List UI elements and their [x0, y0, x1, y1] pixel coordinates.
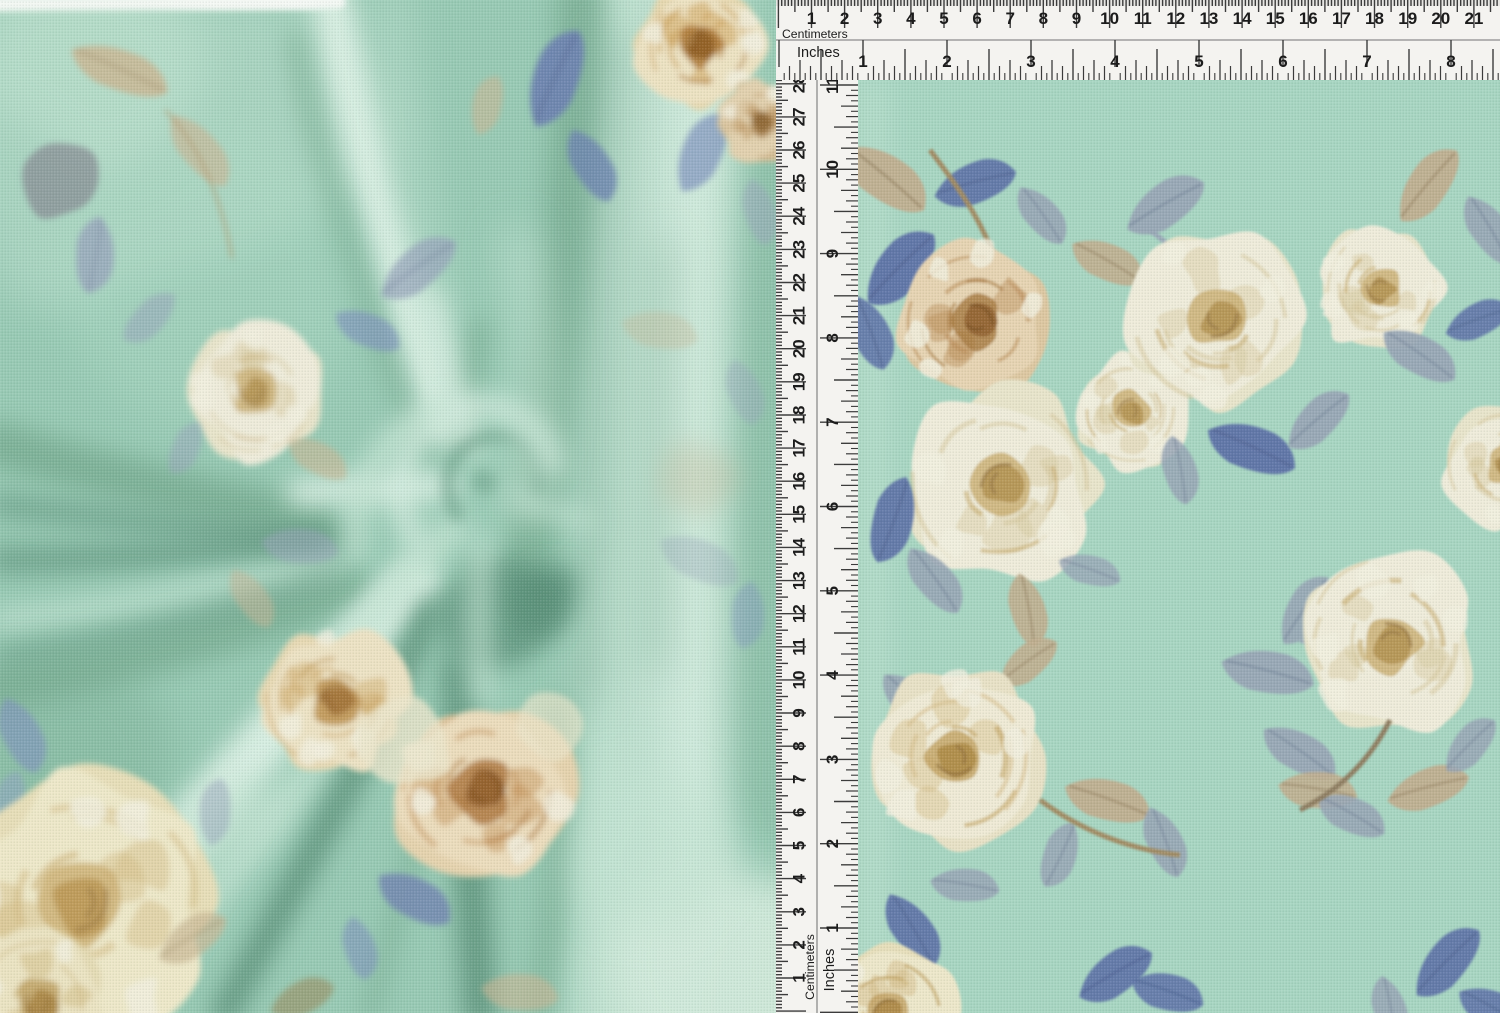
- svg-text:14: 14: [1233, 9, 1252, 28]
- svg-text:22: 22: [789, 273, 808, 292]
- svg-text:10: 10: [823, 160, 842, 179]
- svg-text:Inches: Inches: [797, 45, 840, 61]
- svg-text:13: 13: [789, 571, 808, 590]
- svg-text:6: 6: [1278, 52, 1287, 71]
- svg-text:Inches: Inches: [822, 949, 838, 992]
- svg-text:12: 12: [1166, 9, 1185, 28]
- svg-text:8: 8: [1039, 9, 1048, 28]
- svg-text:21: 21: [789, 306, 808, 325]
- svg-text:26: 26: [789, 141, 808, 160]
- svg-text:8: 8: [789, 741, 808, 750]
- svg-text:15: 15: [1266, 9, 1285, 28]
- svg-text:2: 2: [942, 52, 951, 71]
- svg-text:9: 9: [823, 249, 842, 258]
- svg-text:12: 12: [789, 604, 808, 623]
- svg-text:5: 5: [789, 841, 808, 850]
- svg-text:5: 5: [939, 9, 948, 28]
- svg-text:5: 5: [823, 586, 842, 595]
- svg-text:16: 16: [1299, 9, 1318, 28]
- svg-text:10: 10: [1100, 9, 1119, 28]
- svg-text:16: 16: [789, 472, 808, 491]
- svg-text:3: 3: [1026, 52, 1035, 71]
- svg-text:6: 6: [789, 808, 808, 817]
- svg-text:19: 19: [1398, 9, 1417, 28]
- svg-text:7: 7: [823, 417, 842, 426]
- svg-text:20: 20: [1431, 9, 1450, 28]
- svg-text:3: 3: [823, 755, 842, 764]
- svg-text:1: 1: [858, 52, 867, 71]
- svg-text:Centimeters: Centimeters: [782, 27, 848, 41]
- svg-text:8: 8: [1446, 52, 1455, 71]
- svg-text:24: 24: [789, 206, 808, 225]
- svg-text:15: 15: [789, 505, 808, 524]
- svg-text:9: 9: [789, 708, 808, 717]
- svg-text:6: 6: [972, 9, 981, 28]
- svg-text:3: 3: [873, 9, 882, 28]
- svg-text:25: 25: [789, 174, 808, 193]
- svg-text:2: 2: [823, 839, 842, 848]
- svg-text:18: 18: [789, 406, 808, 425]
- svg-text:17: 17: [1332, 9, 1351, 28]
- svg-text:7: 7: [1362, 52, 1371, 71]
- svg-text:13: 13: [1199, 9, 1218, 28]
- svg-text:7: 7: [1005, 9, 1014, 28]
- svg-text:14: 14: [789, 537, 808, 556]
- svg-text:4: 4: [906, 9, 916, 28]
- svg-text:7: 7: [789, 775, 808, 784]
- svg-text:4: 4: [1110, 52, 1120, 71]
- svg-text:10: 10: [789, 670, 808, 689]
- svg-text:21: 21: [1464, 9, 1483, 28]
- svg-text:6: 6: [823, 502, 842, 511]
- svg-text:Centimeters: Centimeters: [803, 934, 817, 1000]
- svg-text:2: 2: [840, 9, 849, 28]
- svg-text:17: 17: [789, 439, 808, 458]
- svg-text:4: 4: [823, 670, 842, 680]
- svg-text:23: 23: [789, 240, 808, 259]
- svg-text:18: 18: [1365, 9, 1384, 28]
- svg-text:5: 5: [1194, 52, 1203, 71]
- svg-text:3: 3: [789, 907, 808, 916]
- svg-text:4: 4: [789, 873, 808, 883]
- svg-text:8: 8: [823, 333, 842, 342]
- svg-text:1: 1: [807, 9, 816, 28]
- svg-text:27: 27: [789, 107, 808, 126]
- svg-text:1: 1: [823, 923, 842, 932]
- svg-text:9: 9: [1072, 9, 1081, 28]
- svg-text:11: 11: [789, 638, 808, 656]
- svg-text:20: 20: [789, 339, 808, 358]
- svg-text:11: 11: [1134, 9, 1152, 28]
- svg-text:19: 19: [789, 372, 808, 391]
